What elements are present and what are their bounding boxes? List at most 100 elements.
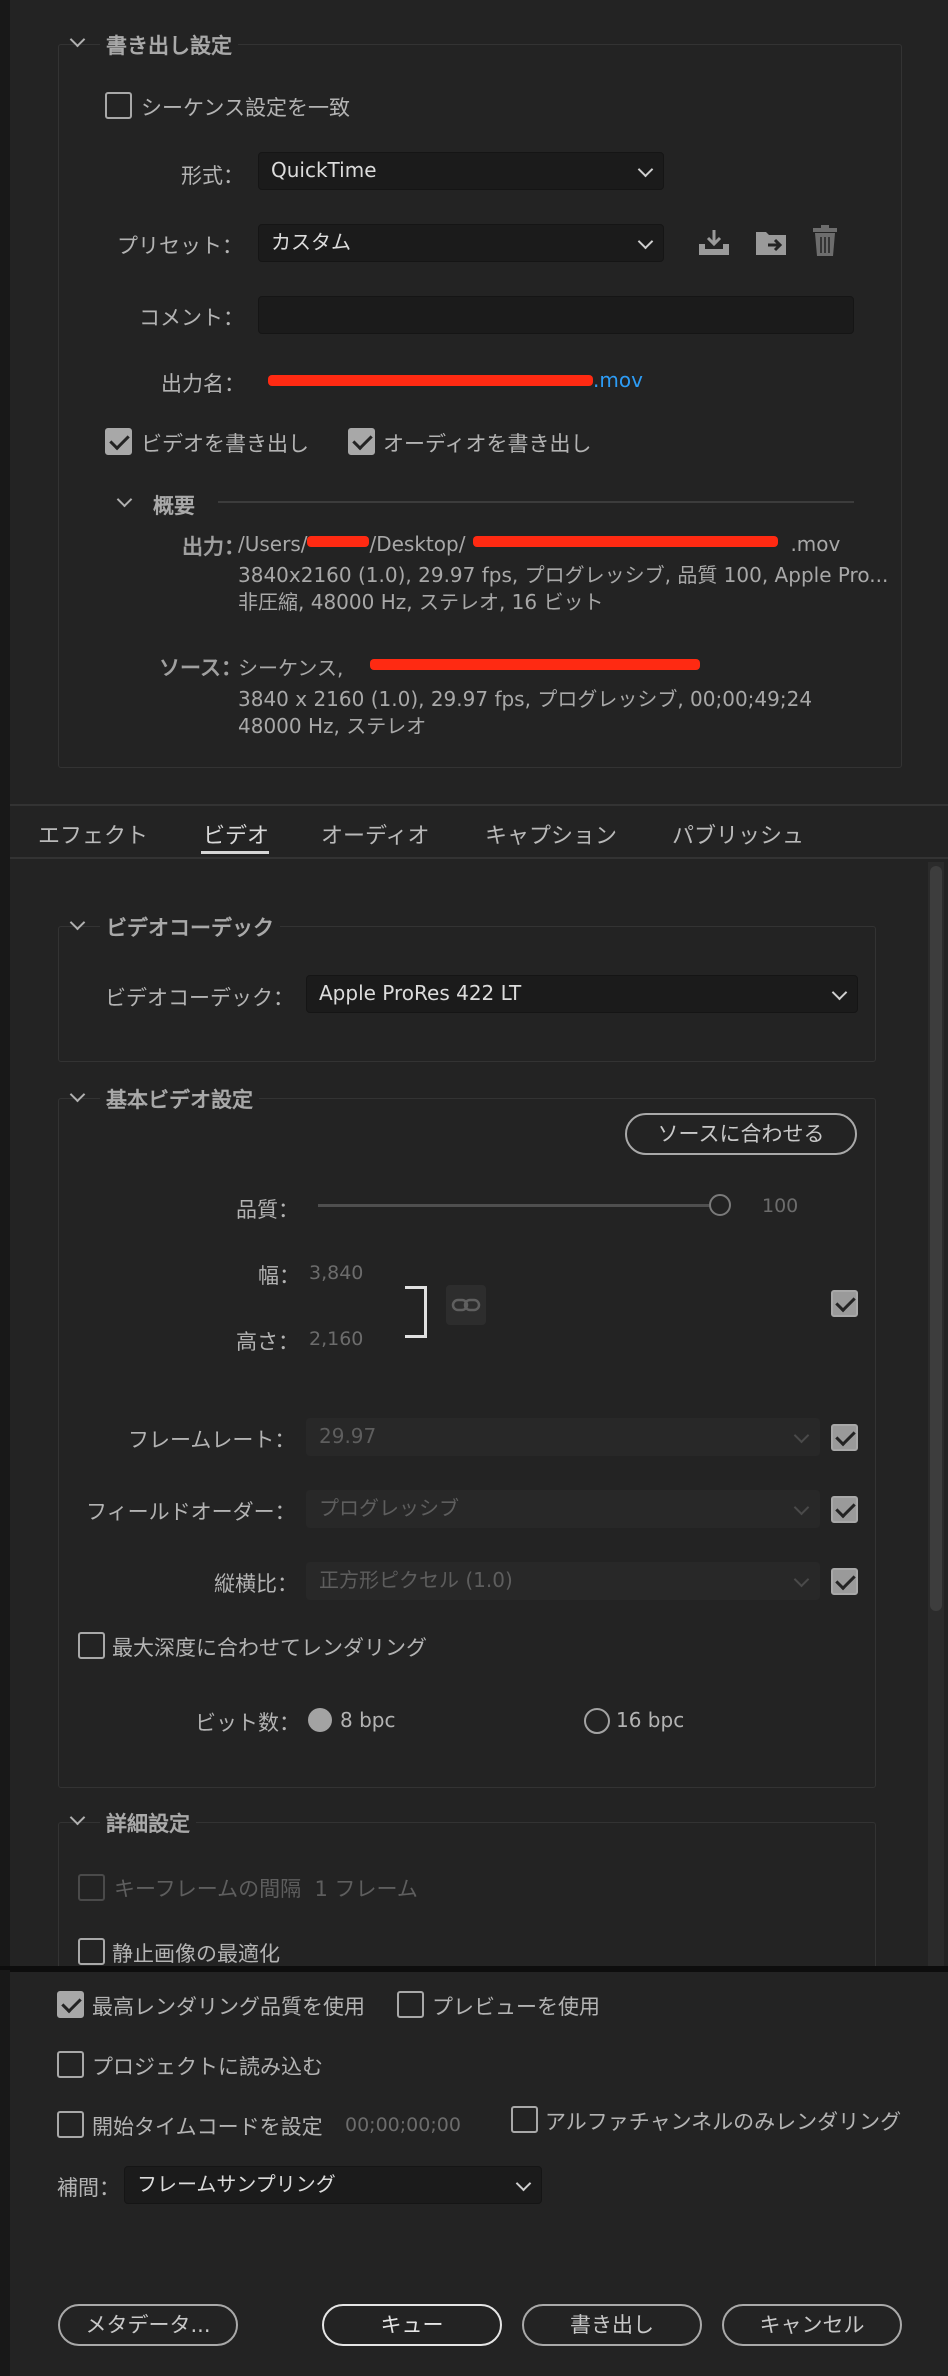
redaction-mark [268, 375, 593, 386]
export-button[interactable]: 書き出し [522, 2304, 702, 2346]
source-summary-line3: 48000 Hz, ステレオ [238, 714, 427, 738]
redaction-mark [465, 531, 790, 551]
keyframe-interval-checkbox[interactable] [78, 1874, 105, 1901]
section-title-export-settings: 書き出し設定 [100, 30, 238, 60]
redaction-mark [307, 531, 370, 551]
chevron-down-icon [515, 2175, 532, 2192]
aspect-value: 正方形ピクセル (1.0) [319, 1568, 513, 1592]
tabs-bottom-divider [10, 857, 948, 859]
optimize-stills-checkbox[interactable] [78, 1938, 105, 1965]
active-tab-underline [201, 851, 269, 854]
bpc16-label: 16 bpc [616, 1708, 685, 1732]
quality-slider-track[interactable] [318, 1204, 720, 1207]
keyframe-interval-label: キーフレームの間隔 1 フレーム [114, 1873, 418, 1903]
width-label: 幅： [258, 1264, 300, 1288]
tab-publish[interactable]: パブリッシュ [672, 818, 804, 850]
tab-video[interactable]: ビデオ [203, 818, 269, 850]
bpc8-radio[interactable] [308, 1708, 332, 1732]
export-video-checkbox[interactable] [105, 428, 132, 455]
start-timecode-value[interactable]: 00;00;00;00 [345, 2114, 461, 2136]
video-codec-value: Apple ProRes 422 LT [319, 981, 522, 1005]
interpolation-dropdown[interactable]: フレームサンプリング [124, 2166, 542, 2204]
output-summary-line3: 非圧縮, 48000 Hz, ステレオ, 16 ビット [238, 590, 604, 614]
output-summary-line2: 3840x2160 (1.0), 29.97 fps, プログレッシブ, 品質 … [238, 563, 889, 587]
output-name-value: .mov [593, 368, 643, 392]
scrollbar-thumb[interactable] [930, 866, 942, 1611]
delete-preset-icon[interactable] [810, 224, 840, 258]
use-preview-label: プレビューを使用 [432, 1995, 600, 2019]
preset-label: プリセット： [117, 234, 243, 258]
output-name-link[interactable]: .mov [268, 368, 643, 394]
field-order-label: フィールドオーダー： [86, 1500, 296, 1524]
import-project-checkbox[interactable] [57, 2051, 84, 2078]
output-path-mid: /Desktop/ [369, 532, 466, 556]
quality-value: 100 [762, 1195, 799, 1217]
max-render-quality-checkbox[interactable] [57, 1991, 84, 2018]
link-bracket [405, 1286, 427, 1338]
bpc8-label: 8 bpc [340, 1708, 396, 1732]
bottom-divider [0, 1966, 948, 1972]
export-audio-checkbox[interactable] [348, 428, 375, 455]
import-preset-icon[interactable] [754, 228, 788, 258]
bpc16-radio[interactable] [584, 1708, 610, 1734]
format-value: QuickTime [271, 158, 377, 182]
field-order-value: プログレッシブ [319, 1496, 459, 1520]
section-title-basic-video: 基本ビデオ設定 [100, 1084, 259, 1114]
aspect-match-checkbox[interactable] [831, 1568, 858, 1595]
preset-value: カスタム [271, 230, 351, 254]
queue-button[interactable]: キュー [322, 2304, 502, 2346]
output-summary-label: 出力： [182, 535, 245, 559]
match-sequence-checkbox[interactable] [105, 92, 132, 119]
match-source-button[interactable]: ソースに合わせる [625, 1113, 857, 1155]
tab-captions[interactable]: キャプション [485, 818, 617, 850]
output-path-prefix: /Users/ [238, 532, 308, 556]
start-timecode-checkbox[interactable] [57, 2111, 84, 2138]
width-value: 3,840 [309, 1262, 364, 1284]
frame-rate-label: フレームレート： [128, 1428, 296, 1452]
interpolation-label: 補間： [57, 2176, 120, 2200]
preset-dropdown[interactable]: カスタム [258, 224, 664, 262]
save-preset-icon[interactable] [697, 228, 731, 258]
optimize-stills-label: 静止画像の最適化 [112, 1942, 280, 1966]
video-codec-dropdown[interactable]: Apple ProRes 422 LT [306, 975, 858, 1013]
bit-depth-label: ビット数： [195, 1711, 300, 1735]
metadata-button[interactable]: メタデータ... [58, 2304, 238, 2346]
field-order-dropdown[interactable]: プログレッシブ [306, 1490, 820, 1528]
chevron-down-icon [637, 233, 654, 250]
import-project-label: プロジェクトに読み込む [92, 2055, 323, 2079]
chevron-down-icon [831, 984, 848, 1001]
tab-effects[interactable]: エフェクト [38, 818, 148, 850]
source-summary-line1: シーケンス, [238, 656, 344, 680]
height-value: 2,160 [309, 1328, 364, 1350]
quality-label: 品質： [236, 1198, 299, 1222]
start-timecode-label: 開始タイムコードを設定 [92, 2115, 323, 2139]
window-edge [0, 1970, 10, 2376]
aspect-dropdown[interactable]: 正方形ピクセル (1.0) [306, 1562, 820, 1600]
format-label: 形式： [181, 164, 244, 188]
chevron-down-icon [637, 161, 654, 178]
alpha-only-checkbox[interactable] [511, 2106, 538, 2133]
comment-label: コメント： [139, 306, 244, 330]
link-dimensions-button[interactable] [446, 1285, 486, 1325]
max-render-quality-label: 最高レンダリング品質を使用 [92, 1995, 365, 2019]
summary-divider [218, 501, 854, 503]
quality-slider-thumb[interactable] [709, 1194, 731, 1216]
use-preview-checkbox[interactable] [397, 1991, 424, 2018]
output-name-label: 出力名： [161, 372, 245, 396]
video-codec-label: ビデオコーデック： [105, 986, 294, 1010]
redaction-mark [370, 659, 700, 670]
frame-rate-match-checkbox[interactable] [831, 1424, 858, 1451]
cancel-button[interactable]: キャンセル [722, 2304, 902, 2346]
chevron-down-icon [793, 1427, 810, 1444]
frame-rate-dropdown[interactable]: 29.97 [306, 1418, 820, 1456]
dimensions-match-checkbox[interactable] [831, 1290, 858, 1317]
comment-input[interactable] [258, 296, 854, 334]
format-dropdown[interactable]: QuickTime [258, 152, 664, 190]
tab-audio[interactable]: オーディオ [321, 818, 429, 850]
interpolation-value: フレームサンプリング [137, 2172, 336, 2196]
max-depth-checkbox[interactable] [78, 1632, 105, 1659]
frame-rate-value: 29.97 [319, 1424, 377, 1448]
section-title-video-codec: ビデオコーデック [100, 912, 280, 942]
aspect-label: 縦横比： [214, 1572, 298, 1596]
field-order-match-checkbox[interactable] [831, 1496, 858, 1523]
